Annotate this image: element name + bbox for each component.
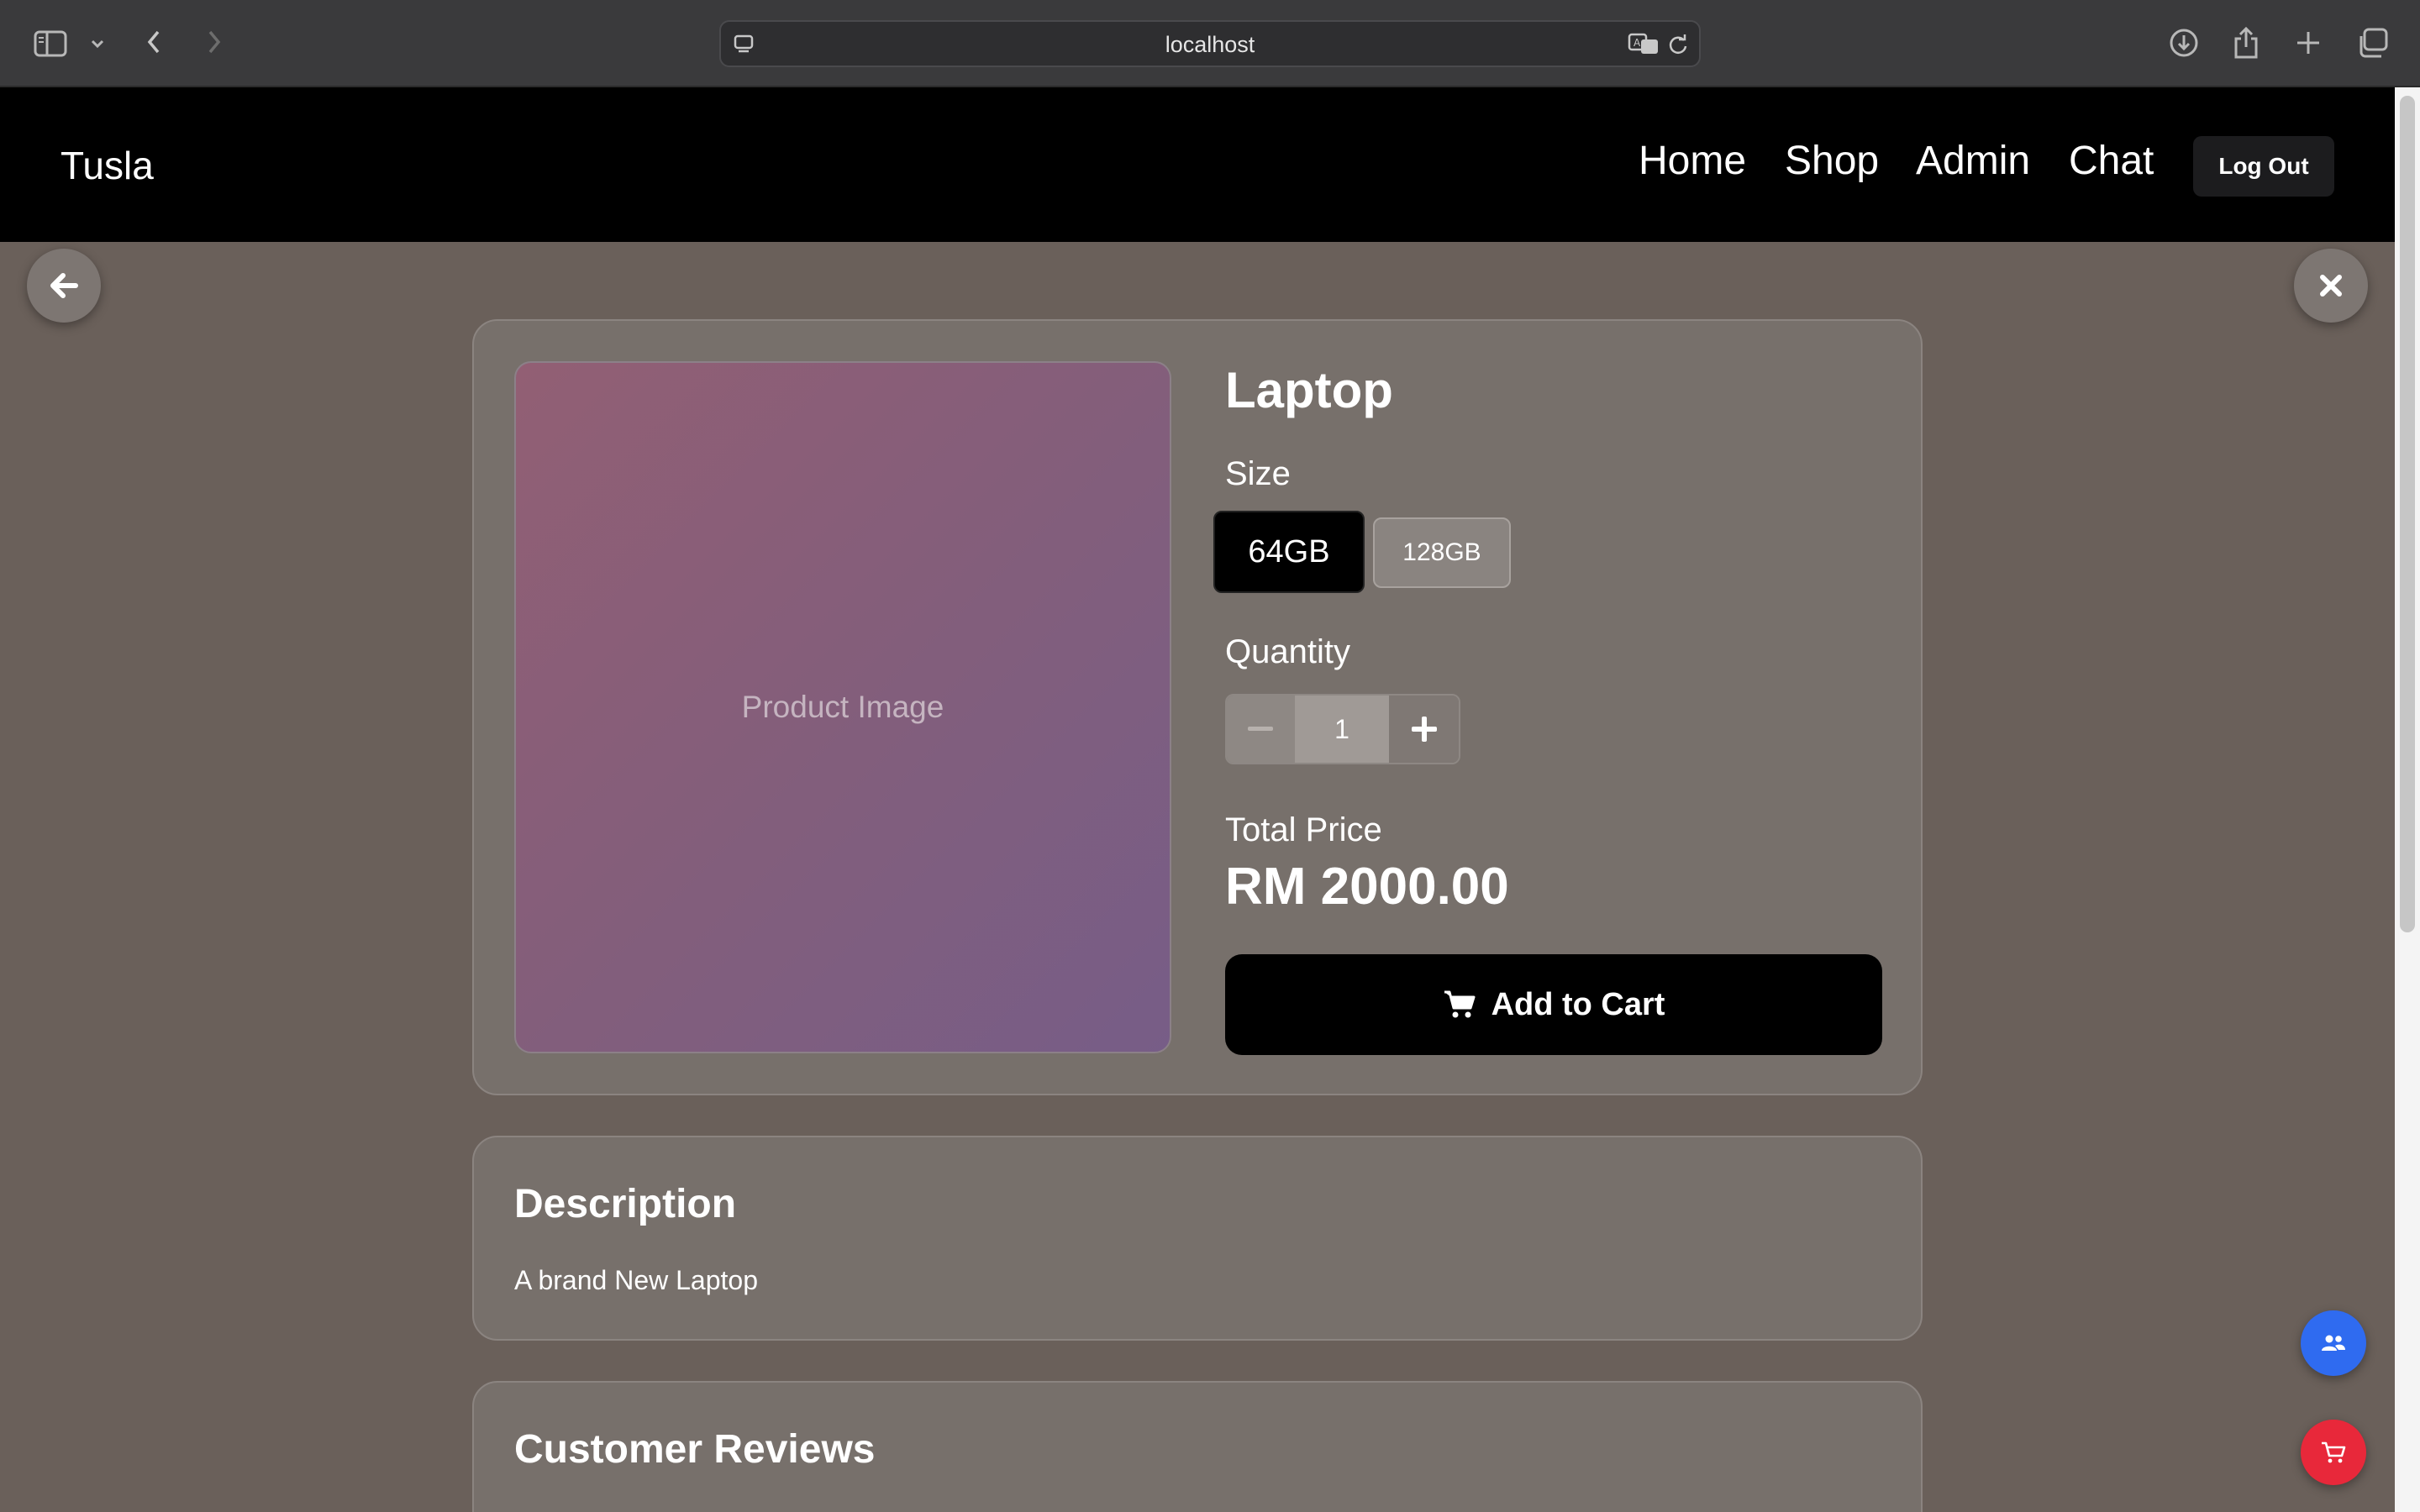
sidebar-toggle-icon[interactable] [32,27,69,60]
size-option-64gb[interactable]: 64GB [1213,511,1365,593]
tab-group-chevron-down-icon[interactable] [87,32,108,55]
reload-icon[interactable] [1665,32,1691,57]
total-price-value: RM 2000.00 [1225,858,1509,916]
share-icon[interactable] [2230,24,2262,62]
arrow-left-icon [47,270,81,301]
description-title: Description [514,1182,737,1226]
product-title: Laptop [1225,362,1393,418]
close-icon [2317,272,2344,299]
cart-fab-button[interactable] [2301,1420,2366,1485]
forward-nav-icon[interactable] [202,25,227,59]
downloads-icon[interactable] [2166,25,2202,60]
product-image: Product Image [514,361,1171,1053]
reviews-card: Customer Reviews [472,1381,1923,1512]
description-text: A brand New Laptop [514,1265,758,1295]
add-to-cart-button[interactable]: Add to Cart [1225,954,1882,1055]
browser-toolbar: localhost A [0,0,2420,87]
top-navbar: Tusla Home Shop Admin Chat Log Out [0,87,2395,242]
url-text: localhost [1165,32,1255,57]
back-nav-icon[interactable] [141,25,166,59]
logout-button[interactable]: Log Out [2193,136,2334,197]
shopping-cart-icon [2320,1441,2347,1464]
plus-icon [1411,717,1437,742]
quantity-stepper: 1 [1225,694,1460,764]
quantity-label: Quantity [1225,633,1350,670]
scrollbar-thumb[interactable] [2400,96,2415,932]
svg-text:A: A [1634,37,1641,49]
tab-overview-icon[interactable] [2354,25,2391,60]
product-card: Product Image Laptop Size 64GB 128GB Qua… [472,319,1923,1095]
brand-logo-text[interactable]: Tusla [60,143,154,188]
new-tab-icon[interactable] [2292,27,2324,59]
add-to-cart-label: Add to Cart [1491,986,1665,1022]
size-label: Size [1225,455,1291,492]
nav-link-shop[interactable]: Shop [1785,138,1879,184]
total-price-label: Total Price [1225,811,1382,848]
quantity-increase-button[interactable] [1389,696,1459,763]
reviews-title: Customer Reviews [514,1427,876,1472]
shopping-cart-icon [1443,990,1476,1020]
nav-link-home[interactable]: Home [1639,138,1746,184]
quantity-decrease-button[interactable] [1227,696,1295,763]
nav-link-chat[interactable]: Chat [2069,138,2154,184]
description-card: Description A brand New Laptop [472,1136,1923,1341]
users-icon [2321,1334,2346,1352]
translate-icon[interactable]: A [1627,30,1660,57]
minus-icon [1248,727,1274,732]
product-image-placeholder: Product Image [741,690,944,724]
close-button[interactable] [2294,249,2368,323]
nav-link-admin[interactable]: Admin [1916,138,2030,184]
quantity-value[interactable]: 1 [1294,696,1390,763]
back-button[interactable] [27,249,101,323]
size-option-128gb[interactable]: 128GB [1373,517,1511,588]
address-bar[interactable]: localhost A [719,20,1701,67]
chat-fab-button[interactable] [2301,1310,2366,1376]
